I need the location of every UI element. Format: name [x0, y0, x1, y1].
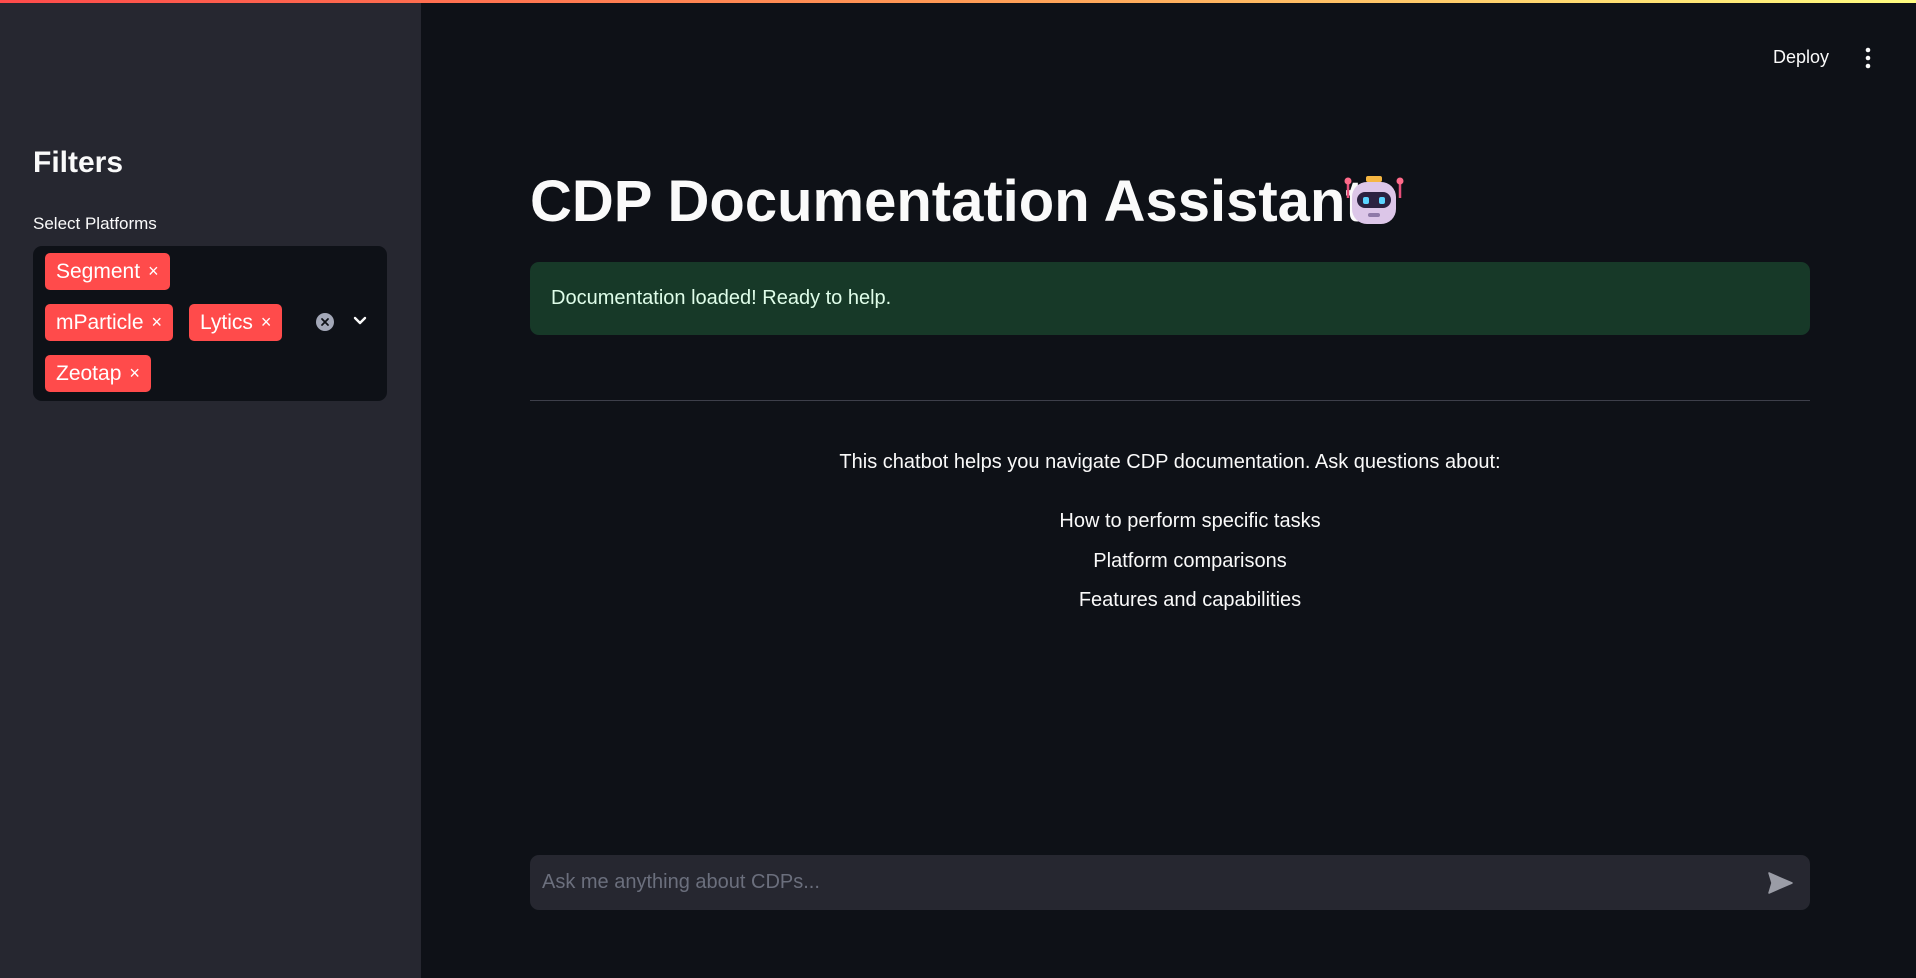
list-item: Platform comparisons [1093, 549, 1287, 572]
platform-tag-segment: Segment × [45, 253, 170, 290]
clear-all-icon[interactable] [316, 313, 334, 331]
deploy-button[interactable]: Deploy [1773, 47, 1829, 68]
kebab-menu-icon[interactable] [1857, 45, 1879, 71]
select-platforms-label: Select Platforms [33, 214, 157, 233]
platform-tag-label: Zeotap [56, 361, 122, 385]
chat-input[interactable] [530, 855, 1750, 910]
remove-tag-icon[interactable]: × [148, 261, 159, 282]
platform-tag-label: Segment [56, 259, 141, 283]
success-alert: Documentation loaded! Ready to help. [530, 262, 1810, 335]
platform-tag-lytics: Lytics × [189, 304, 283, 341]
platform-tag-label: mParticle [56, 310, 144, 334]
robot-icon [1340, 168, 1408, 236]
divider [530, 400, 1810, 401]
sidebar-title: Filters [33, 146, 124, 179]
platform-tag-label: Lytics [200, 310, 253, 334]
list-item: Features and capabilities [1078, 589, 1302, 611]
platform-tag-zeotap: Zeotap × [45, 355, 151, 392]
chevron-down-icon[interactable] [349, 310, 371, 332]
sidebar: Filters Select Platforms Segment × mPart… [0, 0, 421, 978]
page-title: CDP Documentation Assistant [530, 169, 1365, 234]
platform-tag-mparticle: mParticle × [45, 304, 174, 341]
send-icon[interactable] [1766, 869, 1794, 897]
intro-text: This chatbot helps you navigate CDP docu… [839, 451, 1501, 473]
list-item: How to perform specific tasks [1059, 510, 1321, 532]
remove-tag-icon[interactable]: × [152, 312, 163, 333]
platforms-multiselect[interactable]: Segment × mParticle × Lytics × Zeotap × [33, 246, 387, 401]
remove-tag-icon[interactable]: × [261, 312, 272, 333]
topics-list: How to perform specific tasks Platform c… [530, 508, 1850, 627]
remove-tag-icon[interactable]: × [129, 363, 140, 384]
chat-input-container [530, 855, 1810, 910]
success-message: Documentation loaded! Ready to help. [551, 287, 892, 309]
top-decoration-bar [0, 0, 1916, 3]
